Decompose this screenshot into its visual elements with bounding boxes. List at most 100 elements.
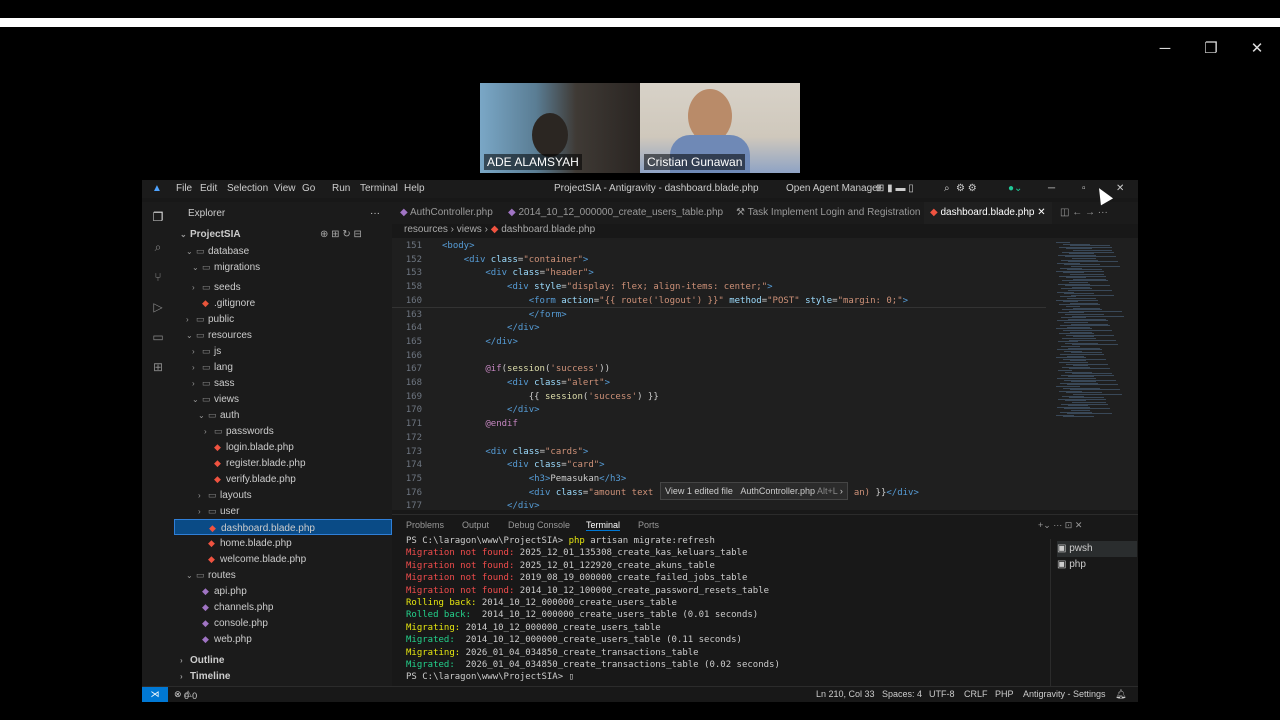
notifications-icon[interactable]: 🔔︎ [1115, 689, 1126, 700]
tab-dashboard[interactable]: ◆ dashboard.blade.php ✕ [924, 202, 1052, 224]
menu-file[interactable]: File [176, 183, 192, 194]
settings-status[interactable]: Antigravity - Settings [1023, 689, 1106, 699]
tree-item[interactable]: ◆ console.php [192, 615, 268, 631]
tree-item[interactable]: › ▭ sass [192, 375, 235, 391]
tab-task[interactable]: ⚒ Task Implement Login and Registration [736, 202, 920, 224]
menu-terminal[interactable]: Terminal [360, 183, 398, 194]
minimize-icon[interactable]: ─ [1154, 38, 1176, 60]
tree-item[interactable]: ⌄ ▭ views [192, 391, 239, 407]
tree-item[interactable]: ◆ welcome.blade.php [198, 551, 306, 567]
tree-item[interactable]: ⌄ ▭ migrations [192, 259, 260, 275]
tree-item[interactable]: › ▭ lang [192, 359, 233, 375]
problems-count[interactable]: ⊗ 0 ⚠ 0 [174, 689, 197, 701]
code-line[interactable]: 164 </div> [392, 321, 1046, 335]
outline-section[interactable]: › Outline [180, 653, 224, 669]
close-icon[interactable]: ✕ [1246, 38, 1268, 60]
breadcrumb-views[interactable]: views [457, 224, 482, 235]
code-line[interactable]: 174 <div class="card"> [392, 458, 1046, 472]
settings-gear-icon[interactable]: ⚙ ⚙ [956, 183, 977, 194]
tab-authcontroller[interactable]: ◆ AuthController.php [400, 202, 493, 224]
menu-view[interactable]: View [274, 183, 296, 194]
tree-item[interactable]: › ▭ layouts [198, 487, 252, 503]
source-control-icon[interactable]: ⑂ [150, 270, 166, 286]
code-line[interactable]: 173 <div class="cards"> [392, 445, 1046, 459]
remote-icon[interactable]: ▭ [150, 330, 166, 346]
panel-tab-output[interactable]: Output [462, 520, 489, 530]
tree-item[interactable]: ◆ .gitignore [192, 295, 255, 311]
tree-item[interactable]: ◆ channels.php [192, 599, 274, 615]
code-line[interactable]: 165 </div> [392, 335, 1046, 349]
panel-actions-icon[interactable]: +⌄ ··· ⊡ ✕ [1038, 520, 1082, 531]
code-line[interactable]: 167 @if(session('success')) [392, 362, 1046, 376]
run-debug-icon[interactable]: ▷ [150, 300, 166, 316]
tree-item[interactable]: › ▭ public [186, 311, 234, 327]
cursor-position[interactable]: Ln 210, Col 33 [816, 689, 875, 699]
code-editor[interactable]: 151 <body> 152 <div class="container"> 153 … [392, 238, 1046, 513]
tree-item[interactable]: ◆ api.php [192, 583, 247, 599]
code-line[interactable]: 153 <div class="header"> [392, 266, 1046, 280]
menu-edit[interactable]: Edit [200, 183, 217, 194]
tree-item[interactable]: ◆ dashboard.blade.php [174, 519, 392, 535]
code-line[interactable]: 151 <body> [392, 239, 1046, 253]
code-line[interactable]: 166 [392, 349, 1046, 363]
minimap[interactable] [1046, 238, 1138, 510]
tree-item[interactable]: ⌄ ▭ resources [186, 327, 252, 343]
line-ending[interactable]: CRLF [964, 689, 988, 699]
tree-item[interactable]: ⌄ ▭ database [186, 243, 249, 259]
code-line[interactable]: 170 </div> [392, 403, 1046, 417]
account-icon[interactable]: ●⌄ [1008, 183, 1022, 194]
tree-item[interactable]: ◆ register.blade.php [204, 455, 306, 471]
terminal-output[interactable]: PS C:\laragon\www\ProjectSIA> php artisa… [406, 535, 780, 684]
menu-run[interactable]: Run [332, 183, 350, 194]
code-line[interactable]: 171 @endif [392, 417, 1046, 431]
panel-tab-ports[interactable]: Ports [638, 520, 659, 530]
session-pwsh[interactable]: ▣ pwsh [1057, 541, 1137, 557]
menu-help[interactable]: Help [404, 183, 425, 194]
code-line[interactable]: 158 <div style="display: flex; align-ite… [392, 280, 1046, 294]
close-tab-icon[interactable]: ✕ [1037, 207, 1045, 218]
code-line[interactable]: 163 </form> [392, 308, 1046, 322]
tree-item[interactable]: ◆ web.php [192, 631, 252, 647]
indentation[interactable]: Spaces: 4 [882, 689, 922, 699]
code-line[interactable]: 152 <div class="container"> [392, 253, 1046, 267]
breadcrumb-resources[interactable]: resources [404, 224, 448, 235]
panel-tab-terminal[interactable]: Terminal [586, 520, 621, 531]
code-line[interactable]: 169 {{ session('success') }} [392, 390, 1046, 404]
tree-item[interactable]: ⌄ ▭ routes [186, 567, 236, 583]
tree-item[interactable]: ◆ login.blade.php [204, 439, 294, 455]
layout-icon[interactable]: ⊞ ▮ ▬ ▯ [876, 183, 914, 194]
timeline-section[interactable]: › Timeline [180, 669, 230, 685]
explorer-icon[interactable]: ❐ [150, 210, 166, 226]
explorer-actions-icon[interactable]: ⊕ ⊞ ↻ ⊟ [320, 227, 362, 243]
session-php[interactable]: ▣ php [1057, 557, 1086, 573]
hint-file[interactable]: AuthController.php [740, 486, 815, 496]
search-icon[interactable]: ⌕ [150, 240, 166, 256]
code-line[interactable]: 160 <form action="{{ route('logout') }}"… [392, 294, 1046, 308]
remote-indicator-icon[interactable]: ⋊ [142, 687, 168, 702]
win-close-icon[interactable]: ✕ [1116, 183, 1124, 194]
restore-icon[interactable]: ❐ [1200, 38, 1222, 60]
tree-item[interactable]: ◆ verify.blade.php [204, 471, 296, 487]
tree-item[interactable]: › ▭ js [192, 343, 221, 359]
menu-go[interactable]: Go [302, 183, 315, 194]
extensions-icon[interactable]: ⊞ [150, 360, 166, 376]
code-line[interactable]: 172 [392, 431, 1046, 445]
tree-item[interactable]: ◆ home.blade.php [198, 535, 292, 551]
win-minimize-icon[interactable]: ─ [1048, 183, 1055, 194]
more-actions-icon[interactable]: ··· [370, 206, 380, 222]
win-maximize-icon[interactable]: ▫ [1082, 183, 1086, 194]
tree-item[interactable]: › ▭ seeds [192, 279, 241, 295]
edited-files-hint[interactable]: View 1 edited file AuthController.php Al… [660, 482, 848, 500]
tab-create-users-table[interactable]: ◆ 2014_10_12_000000_create_users_table.p… [508, 202, 723, 224]
tree-item[interactable]: › ▭ passwords [204, 423, 274, 439]
encoding[interactable]: UTF-8 [929, 689, 955, 699]
search-icon[interactable]: ⌕ [944, 183, 950, 194]
project-root[interactable]: ⌄ ProjectSIA [180, 227, 241, 243]
code-line[interactable]: 168 <div class="alert"> [392, 376, 1046, 390]
tree-item[interactable]: › ▭ user [198, 503, 239, 519]
tree-item[interactable]: ⌄ ▭ auth [198, 407, 239, 423]
breadcrumb-file[interactable]: dashboard.blade.php [501, 224, 595, 235]
code-line[interactable]: 177 </div> [392, 499, 1046, 513]
view-edited-button[interactable]: View 1 edited file [665, 486, 733, 496]
agent-manager-button[interactable]: Open Agent Manager [786, 183, 881, 194]
